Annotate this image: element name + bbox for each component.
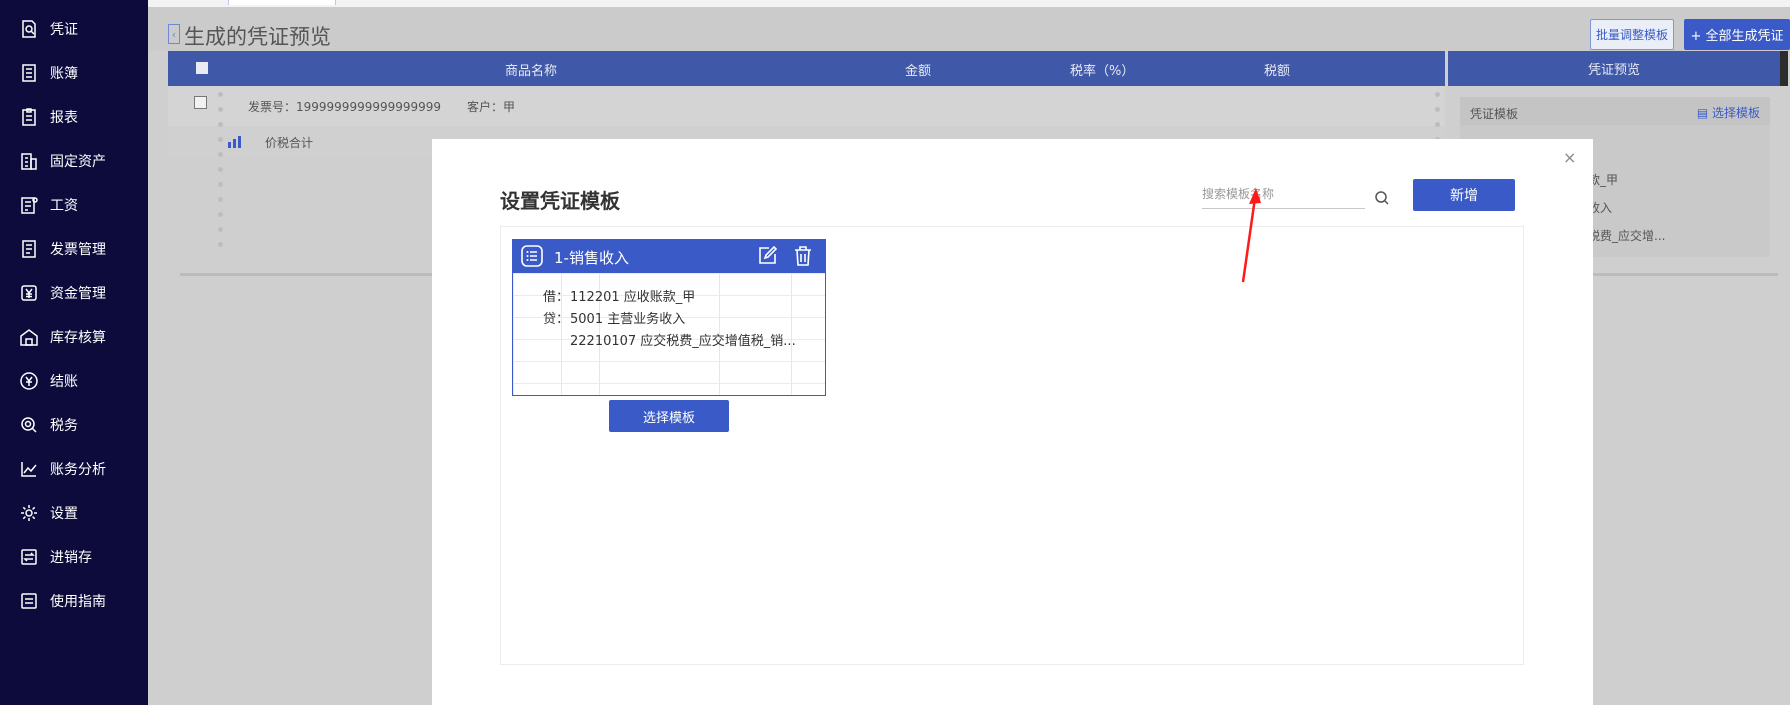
warehouse-icon	[19, 327, 39, 347]
sidebar-item-label: 进销存	[50, 550, 92, 566]
sidebar-item-label: 账簿	[50, 66, 78, 82]
sidebar-item-closing[interactable]: 结账	[0, 366, 148, 396]
sidebar-item-settings[interactable]: 设置	[0, 498, 148, 528]
search-icon[interactable]	[1374, 190, 1390, 206]
tax-icon	[19, 415, 39, 435]
close-icon[interactable]: ×	[1563, 148, 1576, 167]
voucher-preview-header: 凭证预览	[1448, 51, 1780, 86]
voucher-search-icon	[19, 19, 39, 39]
column-header: 税额	[1264, 64, 1291, 79]
bar-chart-icon	[228, 136, 242, 148]
customer-name: 客户：甲	[467, 100, 516, 114]
credit-label: 贷：	[543, 312, 570, 327]
trash-icon[interactable]	[792, 245, 814, 267]
sidebar-item-inventory[interactable]: 库存核算	[0, 322, 148, 352]
annotation-arrow-icon	[1241, 188, 1261, 283]
template-card[interactable]: 1-销售收入 借： 112201 应收账款_甲 贷： 5001 主营业务收入 2…	[512, 239, 826, 396]
sidebar-item-purchase-sales[interactable]: 进销存	[0, 542, 148, 572]
invoice-icon	[19, 239, 39, 259]
scrollbar[interactable]	[1780, 51, 1788, 86]
sidebar-item-ledger[interactable]: 账簿	[0, 58, 148, 88]
batch-adjust-template-button[interactable]: 批量调整模板	[1590, 19, 1674, 50]
sidebar-item-label: 设置	[50, 506, 78, 522]
template-name: 1-销售收入	[554, 249, 629, 267]
row-checkbox[interactable]	[194, 96, 207, 109]
sidebar-item-label: 固定资产	[50, 154, 106, 170]
debit-label: 借：	[543, 290, 570, 305]
template-label: 凭证模板	[1470, 107, 1519, 121]
guide-icon	[19, 591, 39, 611]
ledger-icon	[19, 63, 39, 83]
list-icon	[521, 245, 543, 267]
chart-line-icon	[19, 459, 39, 479]
add-template-button[interactable]: 新增	[1413, 179, 1515, 211]
top-strip	[148, 0, 1790, 7]
sidebar-item-label: 发票管理	[50, 242, 106, 258]
sidebar-item-guide[interactable]: 使用指南	[0, 586, 148, 616]
credit-entry: 5001 主营业务收入	[570, 312, 686, 327]
select-template-link[interactable]: ▤ 选择模板	[1697, 104, 1760, 121]
column-header: 金额	[905, 64, 932, 79]
generate-all-vouchers-button[interactable]: + 全部生成凭证	[1684, 19, 1790, 50]
yuan-icon	[19, 283, 39, 303]
column-header: 商品名称	[505, 64, 558, 79]
sidebar-item-tax[interactable]: 税务	[0, 410, 148, 440]
sidebar-item-report[interactable]: 报表	[0, 102, 148, 132]
template-card-header: 1-销售收入	[513, 240, 825, 273]
back-button[interactable]: ‹	[168, 24, 180, 44]
sidebar-item-label: 资金管理	[50, 286, 106, 302]
gear-icon	[19, 503, 39, 523]
sidebar: 凭证 账簿 报表 固定资产 工资 发票管理 资金管理 库存核算 结账 税务 账务…	[0, 0, 148, 705]
sidebar-item-label: 结账	[50, 374, 78, 390]
sidebar-item-label: 账务分析	[50, 462, 106, 478]
choose-template-button[interactable]: 选择模板	[609, 400, 729, 432]
preview-line: 税费_应交增...	[1588, 229, 1666, 243]
credit-entry: 22210107 应交税费_应交增值税_销...	[570, 334, 796, 349]
column-header: 税率（%）	[1070, 64, 1135, 79]
search-input[interactable]	[1202, 183, 1352, 205]
modal-title: 设置凭证模板	[500, 189, 620, 213]
table-header: 商品名称 金额 税率（%） 税额	[168, 51, 1445, 86]
sidebar-item-invoice[interactable]: 发票管理	[0, 234, 148, 264]
sidebar-item-label: 凭证	[50, 22, 78, 38]
yuan-circle-icon	[19, 371, 39, 391]
debit-entry: 112201 应收账款_甲	[570, 290, 696, 305]
sidebar-item-label: 库存核算	[50, 330, 106, 346]
sidebar-item-funds[interactable]: 资金管理	[0, 278, 148, 308]
building-icon	[19, 151, 39, 171]
sidebar-item-analysis[interactable]: 账务分析	[0, 454, 148, 484]
subtotal-label: 价税合计	[265, 136, 314, 150]
template-modal: × 设置凭证模板 新增 1-销售收入 借： 112201 应收账款_甲 贷： 5…	[432, 139, 1593, 705]
search-box	[1202, 183, 1365, 209]
drag-handle	[218, 92, 223, 257]
active-tab[interactable]	[228, 0, 336, 5]
select-all-checkbox[interactable]	[196, 62, 208, 74]
template-list: 1-销售收入 借： 112201 应收账款_甲 贷： 5001 主营业务收入 2…	[500, 226, 1524, 665]
sidebar-item-voucher[interactable]: 凭证	[0, 14, 148, 44]
page-title: 生成的凭证预览	[184, 25, 331, 49]
sidebar-item-label: 使用指南	[50, 594, 106, 610]
salary-icon	[19, 195, 39, 215]
preview-template-bar: 凭证模板 ▤ 选择模板	[1460, 97, 1770, 125]
report-icon	[19, 107, 39, 127]
sidebar-item-fixed-assets[interactable]: 固定资产	[0, 146, 148, 176]
sidebar-item-label: 报表	[50, 110, 78, 126]
transfer-icon	[19, 547, 39, 567]
sidebar-item-label: 税务	[50, 418, 78, 434]
sidebar-item-salary[interactable]: 工资	[0, 190, 148, 220]
table-row: 发票号：1999999999999999999 客户：甲	[168, 86, 1445, 126]
sidebar-item-label: 工资	[50, 198, 78, 214]
invoice-number: 发票号：1999999999999999999	[248, 100, 442, 114]
title-bar: ‹ 生成的凭证预览 批量调整模板 + 全部生成凭证	[148, 7, 1790, 51]
edit-icon[interactable]	[756, 245, 778, 267]
